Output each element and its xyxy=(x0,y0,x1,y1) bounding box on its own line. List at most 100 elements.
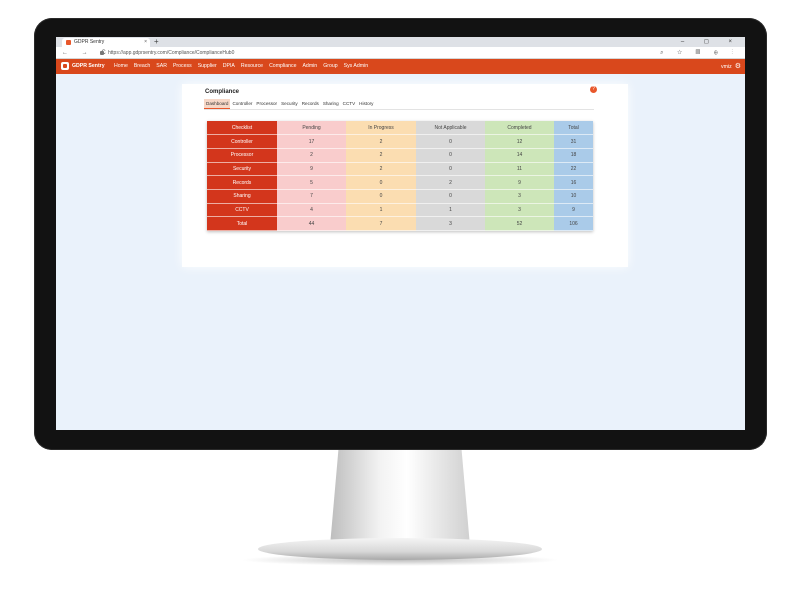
cell-completed: 3 xyxy=(485,189,554,204)
content-panel: Compliance ? Dashboard Controller Proces… xyxy=(182,84,628,267)
table-row: Controller 17 2 0 12 31 xyxy=(207,134,593,149)
browser-tab-bar: GDPR Sentry × + – ◻ × xyxy=(56,37,745,47)
tab-title: GDPR Sentry xyxy=(74,39,105,45)
cell-pending: 5 xyxy=(277,175,346,190)
row-label: Total xyxy=(207,216,277,231)
menu-item-supplier[interactable]: Supplier xyxy=(198,59,217,74)
user-area[interactable]: vmiz ⚙ xyxy=(721,59,741,75)
menu-item-admin[interactable]: Admin xyxy=(302,59,317,74)
cell-in-progress: 0 xyxy=(346,175,416,190)
tab-cctv[interactable]: CCTV xyxy=(341,99,358,109)
header-completed: Completed xyxy=(485,121,554,136)
header-in-progress: In Progress xyxy=(346,121,416,136)
lock-icon xyxy=(100,50,104,55)
menu-item-sys-admin[interactable]: Sys Admin xyxy=(344,59,369,74)
row-label[interactable]: CCTV xyxy=(207,203,277,218)
cell-completed: 14 xyxy=(485,148,554,163)
cell-completed: 3 xyxy=(485,203,554,218)
cell-completed: 52 xyxy=(485,216,554,231)
cell-in-progress: 2 xyxy=(346,134,416,149)
main-menu: Home Breach SAR Process Supplier DPIA Re… xyxy=(114,59,368,74)
compliance-tabs: Dashboard Controller Processor Security … xyxy=(204,99,375,109)
new-tab-icon[interactable]: + xyxy=(154,37,159,47)
brand[interactable]: GDPR Sentry xyxy=(61,59,105,74)
cell-not-applicable: 1 xyxy=(416,203,485,218)
cell-pending: 4 xyxy=(277,203,346,218)
cell-in-progress: 7 xyxy=(346,216,416,231)
table-header-row: Checklist Pending In Progress Not Applic… xyxy=(207,121,593,136)
menu-item-home[interactable]: Home xyxy=(114,59,128,74)
cell-in-progress: 2 xyxy=(346,148,416,163)
header-checklist: Checklist xyxy=(207,121,277,136)
menu-item-breach[interactable]: Breach xyxy=(134,59,150,74)
address-bar: ← → C https://app.gdprsentry.com/Complia… xyxy=(56,47,745,59)
tab-dashboard[interactable]: Dashboard xyxy=(204,99,231,109)
row-label[interactable]: Sharing xyxy=(207,189,277,204)
cell-total: 31 xyxy=(554,134,593,149)
page-title: Compliance xyxy=(205,89,240,95)
table-row: Records 5 0 2 9 16 xyxy=(207,175,593,190)
gear-icon[interactable]: ⚙ xyxy=(735,59,741,74)
browser-tab[interactable]: GDPR Sentry × xyxy=(62,38,150,47)
compliance-summary-table: Checklist Pending In Progress Not Applic… xyxy=(207,121,593,231)
tab-controller[interactable]: Controller xyxy=(230,99,254,109)
table-row: Processor 2 2 0 14 18 xyxy=(207,148,593,163)
cell-not-applicable: 0 xyxy=(416,134,485,149)
tab-history[interactable]: History xyxy=(357,99,375,109)
cell-completed: 11 xyxy=(485,162,554,177)
table-row: Sharing 7 0 0 3 10 xyxy=(207,189,593,204)
menu-item-process[interactable]: Process xyxy=(173,59,192,74)
cell-not-applicable: 0 xyxy=(416,189,485,204)
cell-in-progress: 2 xyxy=(346,162,416,177)
cell-completed: 9 xyxy=(485,175,554,190)
table-row: Security 9 2 0 11 22 xyxy=(207,162,593,177)
app-navbar: GDPR Sentry Home Breach SAR Process Supp… xyxy=(56,59,745,74)
cell-pending: 7 xyxy=(277,189,346,204)
cell-not-applicable: 3 xyxy=(416,216,485,231)
tab-divider xyxy=(204,109,594,110)
menu-item-sar[interactable]: SAR xyxy=(156,59,167,74)
browser-toolbar-icons[interactable]: ⌕ ☆ ▤ ⊕ ⋮ xyxy=(660,47,739,59)
row-label[interactable]: Processor xyxy=(207,148,277,163)
menu-item-resource[interactable]: Resource xyxy=(241,59,263,74)
row-label[interactable]: Security xyxy=(207,162,277,177)
cell-pending: 2 xyxy=(277,148,346,163)
url-text: https://app.gdprsentry.com/Compliance/Co… xyxy=(108,50,235,56)
screen: GDPR Sentry × + – ◻ × ← → C https://app.… xyxy=(56,37,745,430)
cell-total: 22 xyxy=(554,162,593,177)
url-field[interactable]: https://app.gdprsentry.com/Compliance/Co… xyxy=(100,49,234,57)
row-label[interactable]: Records xyxy=(207,175,277,190)
tab-processor[interactable]: Processor xyxy=(254,99,279,109)
cell-total: 106 xyxy=(554,216,593,231)
cell-pending: 44 xyxy=(277,216,346,231)
cell-total: 16 xyxy=(554,175,593,190)
help-icon[interactable]: ? xyxy=(590,86,597,93)
cell-not-applicable: 0 xyxy=(416,148,485,163)
header-pending: Pending xyxy=(277,121,346,136)
cell-pending: 17 xyxy=(277,134,346,149)
cell-total: 9 xyxy=(554,203,593,218)
cell-not-applicable: 2 xyxy=(416,175,485,190)
monitor-stand-neck xyxy=(330,450,470,546)
favicon-icon xyxy=(66,40,71,45)
menu-item-compliance[interactable]: Compliance xyxy=(269,59,296,74)
table-row: CCTV 4 1 1 3 9 xyxy=(207,203,593,218)
tab-sharing[interactable]: Sharing xyxy=(321,99,341,109)
tab-records[interactable]: Records xyxy=(300,99,321,109)
window-controls[interactable]: – ◻ × xyxy=(681,37,741,47)
header-total: Total xyxy=(554,121,593,136)
cell-total: 10 xyxy=(554,189,593,204)
tab-close-icon[interactable]: × xyxy=(144,38,147,47)
menu-item-group[interactable]: Group xyxy=(323,59,337,74)
cell-completed: 12 xyxy=(485,134,554,149)
tab-security[interactable]: Security xyxy=(279,99,300,109)
cell-pending: 9 xyxy=(277,162,346,177)
header-not-applicable: Not Applicable xyxy=(416,121,485,136)
user-name[interactable]: vmiz xyxy=(721,64,732,70)
table-total-row: Total 44 7 3 52 106 xyxy=(207,216,593,231)
monitor-stand-base xyxy=(258,538,542,560)
cell-total: 18 xyxy=(554,148,593,163)
row-label[interactable]: Controller xyxy=(207,134,277,149)
menu-item-dpia[interactable]: DPIA xyxy=(223,59,235,74)
cell-not-applicable: 0 xyxy=(416,162,485,177)
